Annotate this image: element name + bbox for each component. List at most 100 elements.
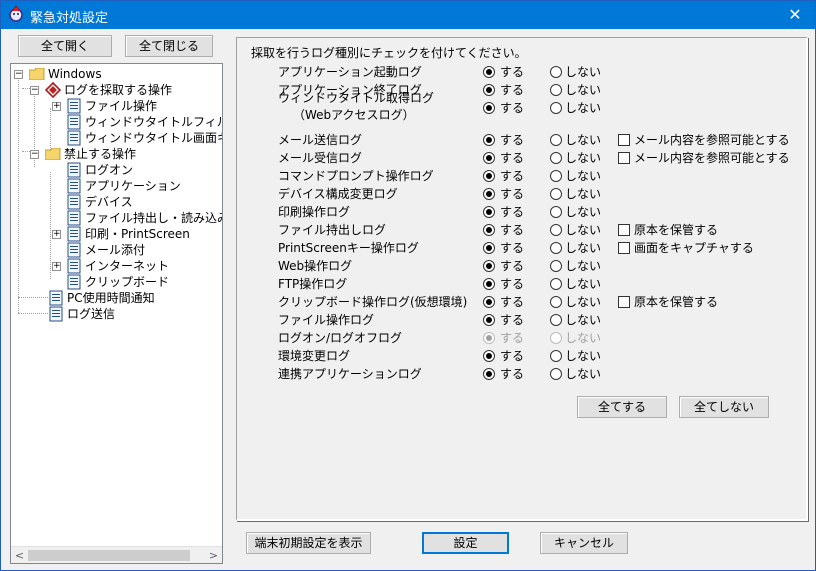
radio-off-label: しない [565,151,602,165]
radio-on[interactable] [483,278,495,290]
close-button[interactable]: ✕ [783,4,807,26]
radio-on-label: する [500,259,525,273]
scroll-thumb[interactable] [28,550,190,561]
option-checkbox[interactable] [618,134,630,146]
dialog-window: 緊急対処設定 ✕ 全て開く 全て閉じる − Windows − ログを採取する操… [0,0,816,571]
radio-on[interactable] [483,242,495,254]
radio-on[interactable] [483,152,495,164]
radio-on-label: する [500,205,525,219]
radio-on-label: する [500,223,525,237]
radio-on[interactable] [483,368,495,380]
option-sublabel: （Webアクセスログ） [293,108,415,122]
cancel-button[interactable]: キャンセル [540,532,628,554]
radio-on[interactable] [483,84,495,96]
radio-on[interactable] [483,296,495,308]
scroll-left-icon[interactable]: < [11,547,28,563]
collapse-all-button[interactable]: 全て閉じる [125,35,213,57]
radio-on[interactable] [483,224,495,236]
option-checkbox-label: メール内容を参照可能とする [634,133,790,147]
radio-on-label: する [500,313,525,327]
option-label: クリップボード操作ログ(仮想環境) [278,295,468,309]
title-bar: 緊急対処設定 ✕ [1,1,815,29]
option-label: ファイル持出しログ [278,223,387,237]
option-checkbox[interactable] [618,152,630,164]
radio-off[interactable] [550,152,562,164]
radio-on[interactable] [483,350,495,362]
all-on-button[interactable]: 全てする [577,396,667,418]
log-option-row: 連携アプリケーションログ する しない [1,365,816,383]
option-label: ウィンドウタイトル取得ログ [278,91,435,105]
scroll-right-icon[interactable]: > [205,547,222,563]
radio-off[interactable] [550,188,562,200]
log-option-row: デバイス構成変更ログ する しない [1,185,816,203]
log-option-row: ウィンドウタイトル取得ログ （Webアクセスログ） する しない [1,91,816,122]
log-option-row: コマンドプロンプト操作ログ する しない [1,167,816,185]
option-checkbox[interactable] [618,242,630,254]
radio-off-label: しない [565,367,602,381]
radio-on-label: する [500,101,525,115]
radio-on-label: する [500,65,525,79]
log-option-row: メール送信ログ する しない メール内容を参照可能とする [1,131,816,149]
radio-off-label: しない [565,259,602,273]
option-label: アプリケーション起動ログ [278,65,422,79]
log-option-row: ファイル操作ログ する しない [1,311,816,329]
radio-off[interactable] [550,296,562,308]
radio-on-label: する [500,151,525,165]
radio-on[interactable] [483,260,495,272]
option-label: 印刷操作ログ [278,205,351,219]
log-option-row: FTP操作ログ する しない [1,275,816,293]
radio-off-label: しない [565,169,602,183]
option-checkbox[interactable] [618,224,630,236]
radio-on-label: する [500,367,525,381]
radio-off-label: しない [565,295,602,309]
option-checkbox[interactable] [618,296,630,308]
radio-off-label: しない [565,241,602,255]
option-label: コマンドプロンプト操作ログ [278,169,434,183]
radio-off[interactable] [550,66,562,78]
radio-off-label: しない [565,331,602,345]
radio-off[interactable] [550,224,562,236]
radio-on-label: する [500,83,525,97]
radio-on-label: する [500,241,525,255]
radio-off-label: しない [565,205,602,219]
radio-off-label: しない [565,223,602,237]
option-label: 連携アプリケーションログ [278,367,422,381]
radio-off-label: しない [565,65,602,79]
radio-on[interactable] [483,188,495,200]
radio-on[interactable] [483,314,495,326]
radio-off[interactable] [550,350,562,362]
radio-on-label: する [500,133,525,147]
expand-all-button[interactable]: 全て開く [18,35,112,57]
apply-button[interactable]: 設定 [422,532,509,554]
radio-on[interactable] [483,102,495,114]
radio-on-label: する [500,295,525,309]
radio-off[interactable] [550,206,562,218]
radio-off[interactable] [550,278,562,290]
all-off-button[interactable]: 全てしない [679,396,769,418]
log-option-row: PrintScreenキー操作ログ する しない 画面をキャプチャする [1,239,816,257]
radio-off[interactable] [550,314,562,326]
option-label: デバイス構成変更ログ [278,187,398,201]
log-option-row: アプリケーション起動ログ する しない [1,63,816,81]
radio-on-label: する [500,187,525,201]
radio-off[interactable] [550,134,562,146]
horizontal-scrollbar[interactable]: < > [11,546,222,563]
radio-off-label: しない [565,101,602,115]
app-icon [9,5,23,22]
option-label: メール送信ログ [278,133,363,147]
show-initial-settings-button[interactable]: 端末初期設定を表示 [246,532,371,554]
radio-off[interactable] [550,242,562,254]
radio-off[interactable] [550,102,562,114]
radio-on-label: する [500,331,525,345]
radio-off[interactable] [550,368,562,380]
option-label: FTP操作ログ [278,277,348,291]
radio-off[interactable] [550,84,562,96]
radio-on[interactable] [483,206,495,218]
radio-off-label: しない [565,83,602,97]
radio-off[interactable] [550,260,562,272]
radio-off[interactable] [550,170,562,182]
radio-on[interactable] [483,134,495,146]
radio-on[interactable] [483,66,495,78]
option-label: Web操作ログ [278,259,353,273]
radio-on[interactable] [483,170,495,182]
